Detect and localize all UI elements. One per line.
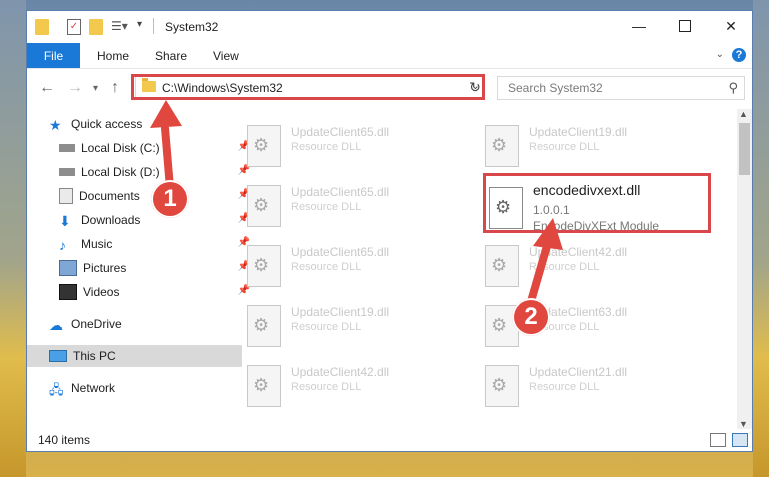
arrow-2 (528, 218, 563, 302)
step-badge-2: 2 (512, 298, 550, 336)
arrow-1 (150, 100, 182, 192)
step-badge-1: 1 (151, 180, 189, 218)
annotation-arrows (150, 100, 563, 302)
